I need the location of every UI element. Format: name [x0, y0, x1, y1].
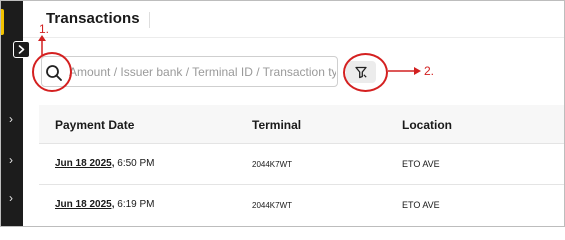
table-row-location: ETO AVE [402, 159, 440, 169]
payment-date-link[interactable]: Jun 18 2025, [55, 199, 114, 210]
header-divider [23, 37, 564, 38]
chevron-right-icon[interactable]: › [6, 113, 16, 125]
annotation-circle-search [32, 52, 72, 92]
annotation-step-2-label: 2. [424, 64, 435, 78]
table-row-terminal: 2044K7WT [252, 160, 293, 169]
annotation-arrow-right [388, 67, 421, 75]
payment-time: 6:50 PM [114, 158, 155, 169]
column-header-payment-date[interactable]: Payment Date [55, 118, 134, 132]
column-header-terminal[interactable]: Terminal [252, 118, 301, 132]
annotation-circle-filter [343, 53, 388, 92]
page-title: Transactions [46, 10, 140, 27]
table-row-payment-date: Jun 18 2025, 6:19 PM [55, 199, 155, 210]
table-row-location: ETO AVE [402, 200, 440, 210]
sidebar: › › › [1, 1, 23, 226]
search-input[interactable] [69, 57, 336, 86]
column-header-location[interactable]: Location [402, 118, 452, 132]
title-divider [149, 12, 150, 28]
chevron-right-icon[interactable]: › [6, 154, 16, 166]
chevron-right-icon [18, 45, 25, 54]
row-divider [39, 184, 564, 185]
chevron-right-icon[interactable]: › [6, 192, 16, 204]
row-divider [39, 143, 564, 144]
table-row-payment-date: Jun 18 2025, 6:50 PM [55, 158, 155, 169]
app-window: › › › Transactions 1. 2. Payment D [0, 0, 565, 227]
payment-date-link[interactable]: Jun 18 2025, [55, 158, 114, 169]
sidebar-expand-button[interactable] [13, 41, 30, 58]
sidebar-active-indicator [1, 9, 4, 35]
table-row-terminal: 2044K7WT [252, 201, 293, 210]
payment-time: 6:19 PM [114, 199, 155, 210]
